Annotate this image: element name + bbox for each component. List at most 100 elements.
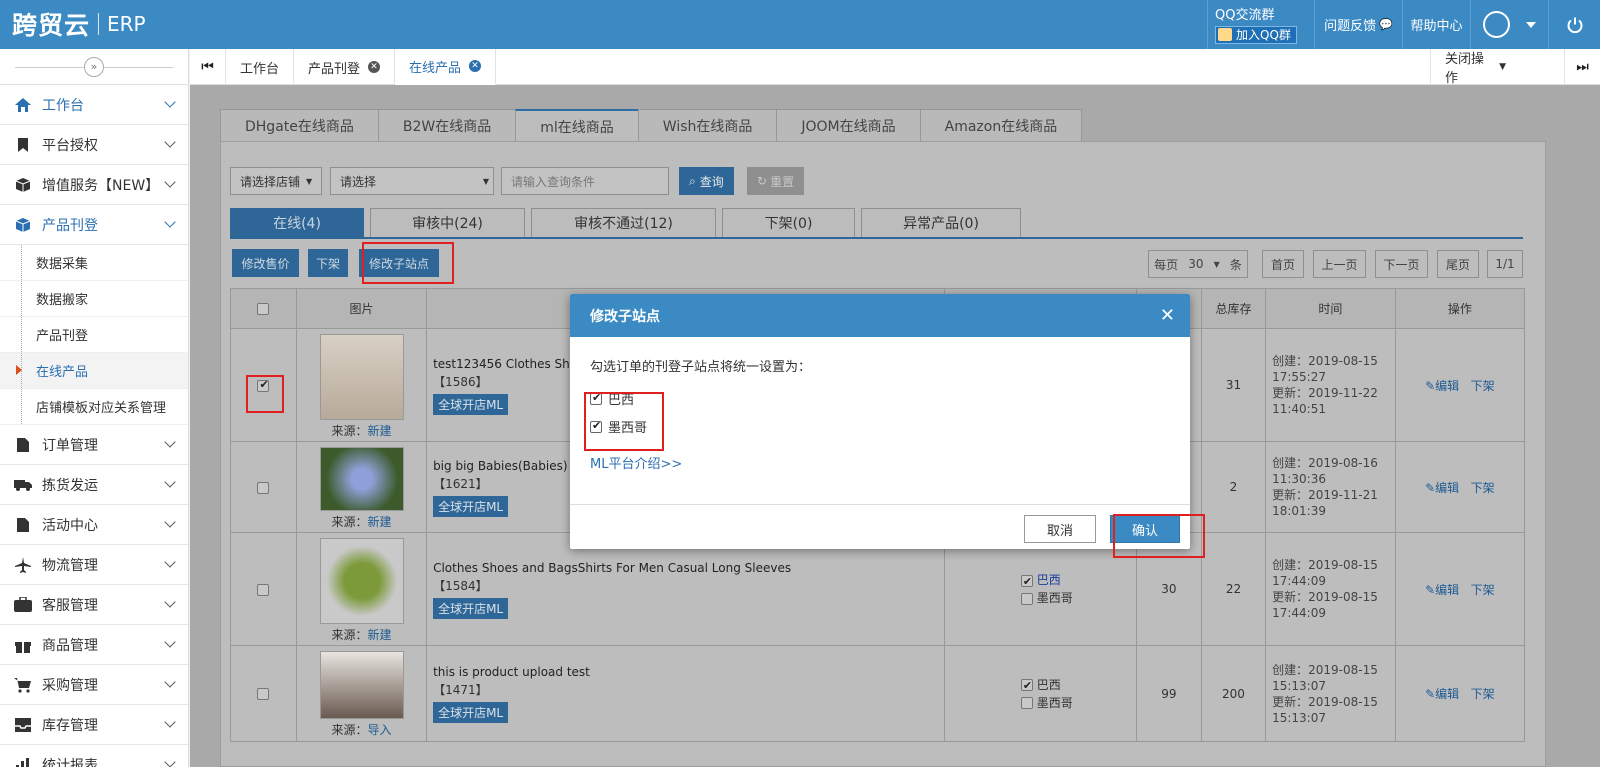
sidebar-item-goods[interactable]: 商品管理 (0, 625, 188, 665)
row-checkbox[interactable] (257, 583, 270, 596)
skip-back-icon: ⏮ (201, 59, 214, 75)
top-header: 跨贸云 ERP QQ交流群 加入QQ群 问题反馈 💬 帮助中心 (0, 0, 1600, 49)
prev-page-button[interactable]: 上一页 (1313, 250, 1366, 278)
logo-erp: ERP (107, 12, 146, 36)
query-button[interactable]: ⌕ 查询 (679, 167, 734, 195)
sidebar-sub-online-products[interactable]: 在线产品 (0, 353, 188, 389)
skip-forward-icon: ⏭ (1576, 59, 1589, 75)
close-tab-icon[interactable]: ✕ (368, 61, 381, 73)
tab-scroll-left-button[interactable]: ⏮ (190, 49, 226, 85)
tab-scroll-right-button[interactable]: ⏭ (1564, 49, 1600, 85)
qq-group-label: QQ交流群 (1215, 7, 1275, 23)
tab-abnormal[interactable]: 异常产品(0) (861, 208, 1021, 238)
close-tab-icon[interactable]: ✕ (469, 60, 482, 72)
close-ops-dropdown[interactable]: 关闭操作 ▼ (1430, 49, 1520, 86)
edit-link[interactable]: ✎编辑 (1425, 481, 1459, 495)
sidebar-item-value-added[interactable]: 增值服务【NEW】 (0, 165, 188, 205)
product-name: Clothes Shoes and BagsShirts For Men Cas… (433, 560, 792, 575)
source-link[interactable]: 新建 (368, 424, 392, 438)
source-link[interactable]: 导入 (368, 723, 392, 737)
site-checkbox[interactable] (1020, 677, 1033, 695)
sidebar-item-platform-auth[interactable]: 平台授权 (0, 125, 188, 165)
sidebar-sub-product-listing[interactable]: 产品刊登 (0, 317, 188, 353)
user-menu[interactable] (1470, 0, 1548, 49)
edit-link[interactable]: ✎编辑 (1425, 379, 1459, 393)
tab-wish[interactable]: Wish在线商品 (637, 109, 778, 142)
close-icon[interactable]: ✕ (1160, 305, 1175, 326)
site-option-mexico[interactable]: 墨西哥 (590, 417, 1170, 436)
global-ml-button[interactable]: 全球开店ML (433, 597, 509, 619)
sidebar-item-activity[interactable]: 活动中心 (0, 505, 188, 545)
tab-online[interactable]: 在线(4) (230, 208, 364, 238)
edit-link[interactable]: ✎编辑 (1425, 583, 1459, 597)
delist-button[interactable]: 下架 (308, 249, 348, 277)
sidebar-item-purchase[interactable]: 采购管理 (0, 665, 188, 705)
first-page-button[interactable]: 首页 (1262, 250, 1304, 278)
delist-link[interactable]: 下架 (1471, 481, 1495, 495)
site-option-brazil[interactable]: 巴西 (590, 389, 1170, 408)
edit-price-button[interactable]: 修改售价 (232, 249, 299, 277)
tab-delisted[interactable]: 下架(0) (722, 208, 855, 238)
cancel-button[interactable]: 取消 (1024, 515, 1096, 543)
edit-link[interactable]: ✎编辑 (1425, 687, 1459, 701)
chat-icon: 💬 (1379, 18, 1393, 31)
sidebar-item-picking[interactable]: 拣货发运 (0, 465, 188, 505)
ml-intro-link[interactable]: ML平台介绍>> (590, 453, 1170, 472)
sidebar-sub-data-collect[interactable]: 数据采集 (0, 245, 188, 281)
next-page-button[interactable]: 下一页 (1375, 250, 1428, 278)
row-checkbox[interactable] (257, 688, 270, 700)
site-checkbox[interactable] (1020, 573, 1033, 591)
search-input[interactable]: 请输入查询条件 (501, 167, 669, 195)
logo-text: 跨贸云 (12, 11, 91, 40)
site-checkbox[interactable] (1020, 592, 1033, 605)
sidebar-sub-store-template[interactable]: 店铺模板对应关系管理 (0, 389, 188, 425)
page-size-select[interactable]: 每页 30 ▼ 条 (1148, 250, 1248, 278)
logo[interactable]: 跨贸云 ERP (12, 6, 146, 42)
delist-link[interactable]: 下架 (1471, 687, 1495, 701)
tab-product-listing[interactable]: 产品刊登 ✕ (294, 49, 396, 85)
tab-b2w[interactable]: B2W在线商品 (377, 109, 517, 142)
global-ml-button[interactable]: 全球开店ML (433, 393, 509, 415)
help-center-link[interactable]: 帮助中心 (1402, 0, 1470, 49)
home-icon (14, 96, 32, 114)
global-ml-button[interactable]: 全球开店ML (433, 702, 509, 723)
source-link[interactable]: 新建 (368, 515, 392, 529)
power-button[interactable] (1548, 0, 1600, 49)
row-checkbox[interactable] (257, 481, 270, 494)
modal-title: 修改子站点 (590, 308, 660, 325)
caret-down-icon (1526, 21, 1536, 28)
delist-link[interactable]: 下架 (1471, 583, 1495, 597)
stock-value: 200 (1200, 645, 1267, 742)
tab-ml[interactable]: ml在线商品 (515, 109, 639, 143)
feedback-link[interactable]: 问题反馈 💬 (1314, 0, 1402, 49)
sidebar-item-orders[interactable]: 订单管理 (0, 425, 188, 465)
power-icon (1567, 17, 1582, 33)
tab-workbench[interactable]: 工作台 (226, 49, 295, 85)
inbox-icon (14, 716, 32, 734)
source-link[interactable]: 新建 (368, 628, 392, 642)
sidebar-toggle[interactable]: » (0, 49, 188, 85)
join-qq-button[interactable]: 加入QQ群 (1215, 25, 1297, 44)
tab-dhgate[interactable]: DHgate在线商品 (220, 109, 379, 142)
sidebar-item-customer-service[interactable]: 客服管理 (0, 585, 188, 625)
sidebar-item-product-listing[interactable]: 产品刊登 (0, 205, 188, 245)
condition-select[interactable]: 请选择 ▼ (330, 167, 494, 195)
avatar (1483, 11, 1510, 38)
last-page-button[interactable]: 尾页 (1437, 250, 1479, 278)
select-all-checkbox[interactable] (257, 303, 270, 315)
tab-reviewing[interactable]: 审核中(24) (370, 208, 525, 238)
delist-link[interactable]: 下架 (1471, 379, 1495, 393)
tab-joom[interactable]: JOOM在线商品 (776, 109, 921, 142)
tab-online-products[interactable]: 在线产品 ✕ (395, 49, 497, 85)
store-select[interactable]: 请选择店铺 ▼ (230, 167, 322, 195)
tab-rejected[interactable]: 审核不通过(12) (531, 208, 716, 238)
reset-button[interactable]: ↻ 重置 (747, 167, 805, 195)
sidebar-item-inventory[interactable]: 库存管理 (0, 705, 188, 745)
sidebar-item-logistics[interactable]: 物流管理 (0, 545, 188, 585)
sidebar-item-reports[interactable]: 统计报表 (0, 745, 188, 767)
sidebar-item-workbench[interactable]: 工作台 (0, 85, 188, 125)
tab-amazon[interactable]: Amazon在线商品 (919, 109, 1083, 142)
sidebar-sub-data-move[interactable]: 数据搬家 (0, 281, 188, 317)
site-checkbox[interactable] (1020, 697, 1033, 709)
global-ml-button[interactable]: 全球开店ML (433, 495, 509, 517)
